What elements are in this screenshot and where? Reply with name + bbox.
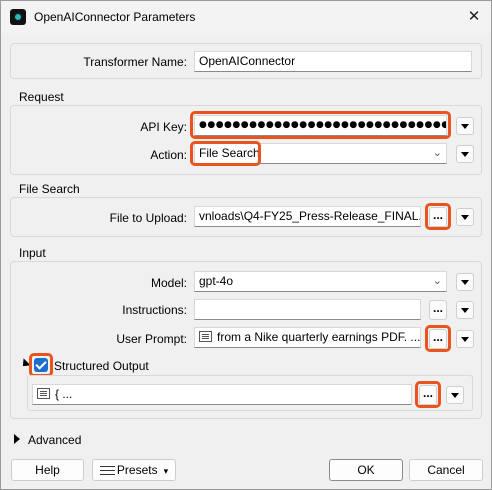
help-button[interactable]: Help — [11, 459, 84, 481]
instructions-label: Instructions: — [122, 303, 187, 317]
window-title: OpenAIConnector Parameters — [34, 10, 196, 24]
structured-output-label: Structured Output — [54, 359, 149, 373]
api-key-input[interactable]: ●●●●●●●●●●●●●●●●●●●●●●●●●●●●●●●●●●●●●●●●… — [194, 115, 447, 136]
file-to-upload-input[interactable]: vnloads\Q4-FY25_Press-Release_FINAL.pdf — [194, 206, 421, 227]
presets-label: Presets — [116, 463, 158, 477]
user-prompt-browse-button[interactable]: ... — [429, 329, 447, 349]
structured-output-value: { ... — [55, 387, 73, 401]
cancel-button[interactable]: Cancel — [409, 459, 483, 481]
user-prompt-menu-button[interactable] — [456, 330, 474, 348]
presets-icon — [99, 464, 115, 475]
action-select-value: File Search — [199, 146, 260, 160]
model-menu-button[interactable] — [456, 273, 474, 291]
presets-button[interactable]: Presets ▾ — [92, 459, 176, 481]
ok-button[interactable]: OK — [329, 459, 403, 481]
expand-arrow-icon[interactable] — [14, 434, 20, 444]
dropdown-caret-icon: ▾ — [163, 466, 169, 476]
input-group-title: Input — [19, 246, 46, 260]
action-label: Action: — [150, 148, 187, 162]
request-group-title: Request — [19, 90, 64, 104]
file-menu-button[interactable] — [456, 208, 474, 226]
title-bar: OpenAIConnector Parameters ✕ — [1, 1, 491, 33]
action-select[interactable]: File Search ⌄ — [194, 143, 447, 164]
instructions-browse-button[interactable]: ... — [429, 300, 447, 320]
model-label: Model: — [150, 276, 187, 290]
structured-output-checkbox[interactable] — [34, 358, 48, 372]
advanced-section-label[interactable]: Advanced — [28, 433, 81, 447]
close-button[interactable]: ✕ — [463, 7, 485, 27]
dialog-window: OpenAIConnector Parameters ✕ Transformer… — [0, 0, 492, 490]
instructions-input[interactable] — [194, 299, 421, 320]
api-key-label: API Key: — [140, 120, 187, 134]
transformer-name-label: Transformer Name: — [83, 55, 187, 69]
structured-output-input[interactable]: { ... — [32, 384, 412, 405]
chevron-down-icon: ⌄ — [432, 275, 442, 287]
model-select[interactable]: gpt-4o ⌄ — [194, 271, 447, 292]
user-prompt-value: from a Nike quarterly earnings PDF. ... — [217, 330, 421, 344]
action-menu-button[interactable] — [456, 145, 474, 163]
fme-app-icon — [10, 9, 26, 25]
api-key-menu-button[interactable] — [456, 117, 474, 135]
user-prompt-label: User Prompt: — [116, 332, 187, 346]
file-browse-button[interactable]: ... — [429, 207, 447, 227]
model-select-value: gpt-4o — [199, 274, 234, 288]
chevron-down-icon: ⌄ — [432, 147, 442, 159]
structured-output-browse-button[interactable]: ... — [419, 385, 437, 405]
instructions-menu-button[interactable] — [456, 301, 474, 319]
file-to-upload-label: File to Upload: — [109, 211, 187, 225]
transformer-name-input[interactable]: OpenAIConnector — [194, 51, 472, 72]
text-document-icon — [199, 331, 212, 343]
file-search-group-title: File Search — [19, 182, 80, 196]
user-prompt-input[interactable]: from a Nike quarterly earnings PDF. ... — [194, 327, 421, 348]
structured-output-menu-button[interactable] — [446, 386, 464, 404]
text-document-icon — [37, 388, 50, 400]
